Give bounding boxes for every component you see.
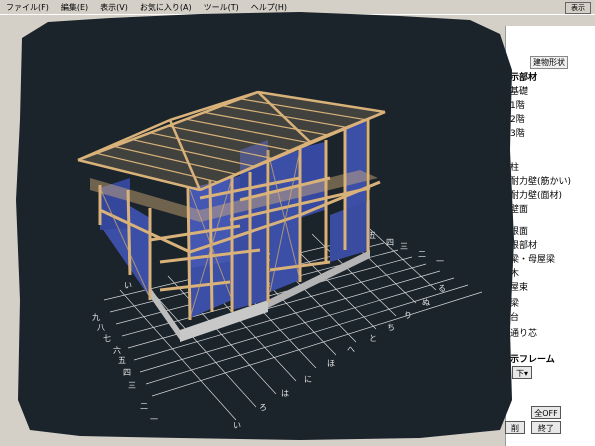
grid-label-he: へ bbox=[347, 345, 355, 354]
grid-label-to: と bbox=[369, 334, 377, 343]
grid-label-kyu: 九 bbox=[92, 313, 100, 322]
grid-label-hachi: 八 bbox=[97, 323, 105, 332]
grid-label-ri: り bbox=[404, 311, 412, 320]
3d-frame-viewer[interactable]: 五 四 三 二 一 い 九 八 七 六 五 四 三 二 一 い ろ は に ほ … bbox=[0, 0, 595, 446]
grid-label-nana: 七 bbox=[103, 334, 111, 343]
grid-label-i: い bbox=[233, 421, 241, 430]
grid-label-ni: 二 bbox=[418, 250, 426, 259]
grid-label-san: 三 bbox=[400, 242, 408, 251]
grid-label-nu: ぬ bbox=[422, 298, 430, 307]
grid-label-go-left: 五 bbox=[118, 356, 126, 365]
grid-label-ho: ほ bbox=[327, 359, 335, 368]
grid-label-ichi: 一 bbox=[436, 257, 444, 266]
grid-label-ichi-left: 一 bbox=[150, 415, 158, 424]
grid-label-i-side: い bbox=[124, 281, 132, 290]
grid-label-san-left: 三 bbox=[128, 381, 136, 390]
grid-label-ni-left: 二 bbox=[140, 402, 148, 411]
grid-label-ha: は bbox=[281, 389, 289, 398]
grid-label-ni-kana: に bbox=[304, 375, 312, 384]
grid-label-yon: 四 bbox=[386, 238, 394, 247]
grid-label-yon-left: 四 bbox=[123, 368, 131, 377]
grid-label-ru: る bbox=[438, 284, 446, 293]
grid-label-chi: ち bbox=[387, 323, 395, 332]
grid-label-ro: ろ bbox=[259, 403, 267, 412]
grid-label-roku: 六 bbox=[113, 345, 121, 355]
